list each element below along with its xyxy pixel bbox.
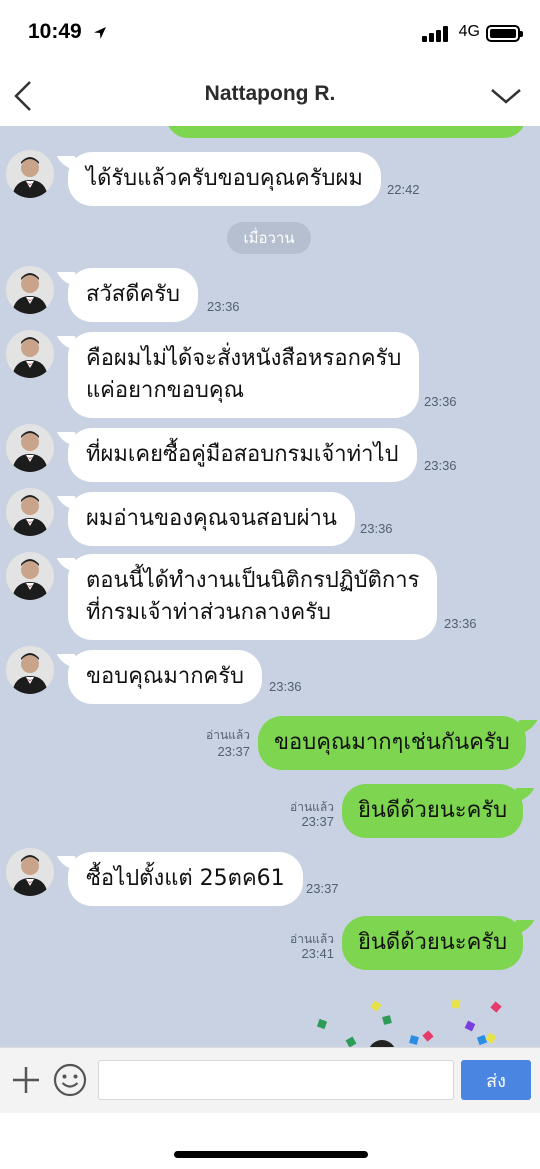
chat-messages[interactable]: ได้รับแล้วครับขอบคุณครับผม 22:42 เมื่อวา… [0, 126, 540, 1047]
message-input-bar: ส่ง [0, 1047, 540, 1113]
message-bubble-outgoing-partial [166, 126, 526, 138]
avatar[interactable] [6, 646, 54, 694]
avatar[interactable] [6, 552, 54, 600]
message-time: 22:42 [387, 182, 420, 197]
avatar[interactable] [6, 266, 54, 314]
home-indicator[interactable] [174, 1151, 368, 1158]
message-time: 23:36 [424, 458, 457, 473]
avatar[interactable] [6, 424, 54, 472]
plus-icon[interactable] [10, 1064, 42, 1096]
date-separator: เมื่อวาน [227, 222, 311, 254]
message-bubble-outgoing[interactable]: ยินดีด้วยนะครับ [342, 784, 524, 838]
message-input[interactable] [98, 1060, 454, 1100]
message-time: 23:36 [424, 394, 457, 409]
message-bubble-incoming[interactable]: ผมอ่านของคุณจนสอบผ่าน [68, 492, 355, 546]
message-time: 23:41 [301, 946, 334, 961]
message-time: 23:36 [207, 299, 240, 314]
message-time: 23:37 [217, 744, 250, 759]
message-bubble-outgoing[interactable]: ขอบคุณมากๆเช่นกันครับ [258, 716, 526, 770]
status-bar: 10:49 4G [0, 0, 540, 66]
smiley-icon[interactable] [52, 1062, 88, 1098]
status-time: 10:49 [28, 20, 82, 43]
chat-header: Nattapong R. [0, 66, 540, 126]
message-bubble-incoming[interactable]: ได้รับแล้วครับขอบคุณครับผม [68, 152, 381, 206]
message-time: 23:37 [301, 814, 334, 829]
message-time: 23:36 [444, 616, 477, 631]
message-time: 23:36 [360, 521, 393, 536]
chevron-down-icon[interactable] [490, 86, 522, 108]
message-bubble-incoming[interactable]: ขอบคุณมากครับ [68, 650, 263, 704]
message-bubble-incoming[interactable]: คือผมไม่ได้จะสั่งหนังสือหรอกครับ แค่อยาก… [68, 332, 420, 418]
network-type: 4G [458, 23, 480, 40]
message-bubble-incoming[interactable]: ที่ผมเคยซื้อคู่มือสอบกรมเจ้าท่าไป [68, 428, 417, 482]
home-indicator-area [0, 1113, 540, 1169]
signal-bars-icon [422, 26, 448, 42]
message-time: 23:36 [269, 679, 302, 694]
message-bubble-incoming[interactable]: ตอนนี้ได้ทำงานเป็นนิติกรปฏิบัติการ ที่กร… [68, 554, 438, 640]
location-arrow-icon [94, 27, 106, 39]
message-bubble-incoming[interactable]: สวัสดีครับ [68, 268, 198, 322]
battery-icon [486, 25, 523, 42]
avatar[interactable] [6, 150, 54, 198]
avatar[interactable] [6, 488, 54, 536]
avatar[interactable] [6, 330, 54, 378]
read-receipt: อ่านแล้ว [206, 728, 250, 742]
message-bubble-incoming[interactable]: ซื้อไปตั้งแต่ 25ตค61 [68, 852, 303, 906]
message-bubble-outgoing[interactable]: ยินดีด้วยนะครับ [342, 916, 524, 970]
chat-title[interactable]: Nattapong R. [0, 82, 540, 106]
send-button[interactable]: ส่ง [461, 1060, 531, 1100]
avatar[interactable] [6, 848, 54, 896]
message-time: 23:37 [306, 881, 339, 896]
